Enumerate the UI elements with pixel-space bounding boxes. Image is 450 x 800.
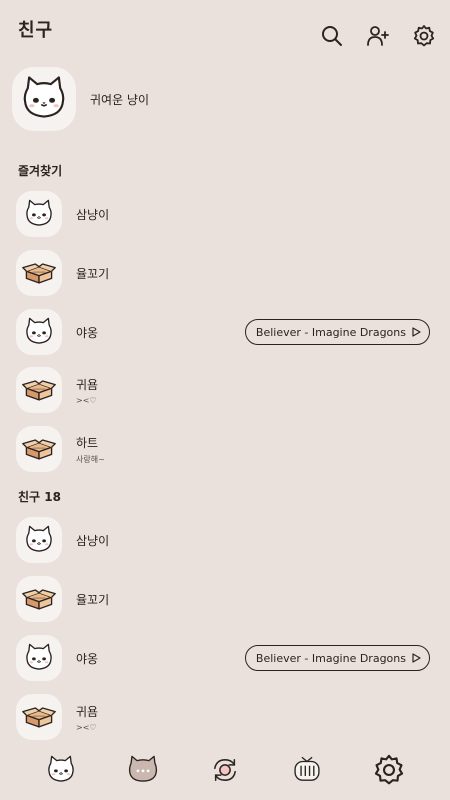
friend-name: 야옹 xyxy=(76,325,99,340)
refresh-tab-icon[interactable] xyxy=(203,748,247,792)
list-item[interactable]: 율꼬기 xyxy=(16,575,434,623)
profile-name: 귀여운 냥이 xyxy=(90,92,150,107)
box-icon xyxy=(21,372,57,408)
chat-tab-icon[interactable] xyxy=(121,748,165,792)
music-title: Believer - Imagine Dragons xyxy=(255,651,406,665)
list-item[interactable]: 야옹 Believer - Imagine Dragons xyxy=(16,308,434,356)
play-icon xyxy=(412,327,421,337)
box-icon xyxy=(21,255,57,291)
avatar xyxy=(16,426,62,472)
list-item[interactable]: 삼냥이 xyxy=(16,516,434,564)
friend-name: 귀욤 xyxy=(76,377,99,392)
box-icon xyxy=(21,431,57,467)
add-friend-icon[interactable] xyxy=(364,22,392,50)
music-title: Believer - Imagine Dragons xyxy=(255,325,406,339)
profile-music-button[interactable]: Believer - Imagine Dragons xyxy=(244,645,430,671)
avatar xyxy=(12,67,76,131)
profile-music-button[interactable]: Believer - Imagine Dragons xyxy=(244,319,430,345)
my-profile[interactable]: 귀여운 냥이 xyxy=(12,66,442,132)
avatar xyxy=(16,635,62,681)
avatar xyxy=(16,191,62,237)
header: 친구 xyxy=(0,0,450,64)
avatar xyxy=(16,309,62,355)
status-message: ><♡ xyxy=(76,395,97,405)
settings-tab-icon[interactable] xyxy=(367,748,411,792)
list-item[interactable]: 귀욤 ><♡ xyxy=(16,693,434,741)
bottom-nav xyxy=(0,740,450,800)
box-icon xyxy=(21,699,57,735)
page-title: 친구 xyxy=(18,20,54,41)
play-icon xyxy=(412,653,421,663)
avatar xyxy=(16,694,62,740)
tv-tab-icon[interactable] xyxy=(285,748,329,792)
cat-icon xyxy=(22,641,56,675)
header-actions xyxy=(318,22,438,50)
friend-name: 삼냥이 xyxy=(76,533,110,548)
friend-name: 하트 xyxy=(76,435,99,450)
list-item[interactable]: 야옹 Believer - Imagine Dragons xyxy=(16,634,434,682)
avatar xyxy=(16,250,62,296)
friend-name: 야옹 xyxy=(76,651,99,666)
search-icon[interactable] xyxy=(318,22,346,50)
avatar xyxy=(16,576,62,622)
cat-icon xyxy=(17,72,71,126)
box-icon xyxy=(21,581,57,617)
cat-icon xyxy=(22,197,56,231)
favorites-section-title: 즐겨찾기 xyxy=(18,164,63,178)
friends-section-title: 친구 18 xyxy=(18,490,61,504)
list-item[interactable]: 하트 사랑해~ xyxy=(16,425,434,473)
settings-icon[interactable] xyxy=(410,22,438,50)
friend-name: 율꼬기 xyxy=(76,266,110,281)
avatar xyxy=(16,367,62,413)
friend-name: 삼냥이 xyxy=(76,207,110,222)
friends-tab-cat-icon[interactable] xyxy=(39,748,83,792)
list-item[interactable]: 귀욤 ><♡ xyxy=(16,366,434,414)
cat-icon xyxy=(22,315,56,349)
list-item[interactable]: 율꼬기 xyxy=(16,249,434,297)
status-message: 사랑해~ xyxy=(76,454,105,464)
status-message: ><♡ xyxy=(76,722,97,732)
list-item[interactable]: 삼냥이 xyxy=(16,190,434,238)
friend-name: 귀욤 xyxy=(76,704,99,719)
avatar xyxy=(16,517,62,563)
cat-icon xyxy=(22,523,56,557)
friend-name: 율꼬기 xyxy=(76,592,110,607)
